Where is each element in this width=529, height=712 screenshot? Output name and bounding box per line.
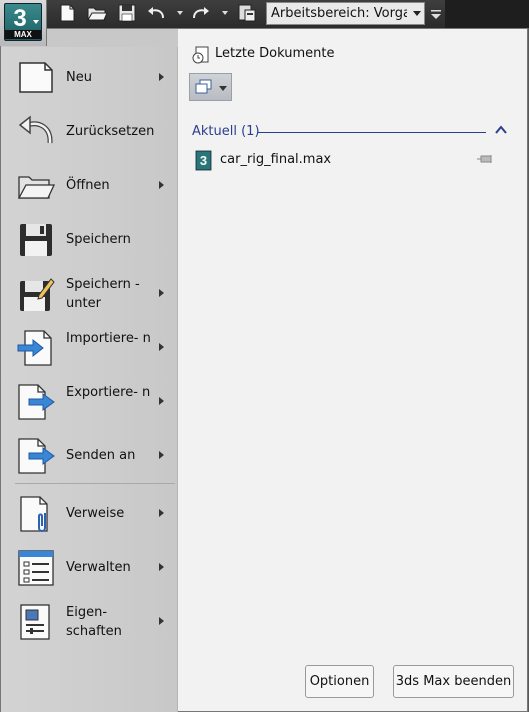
save-as-icon bbox=[20, 278, 55, 311]
max-file-icon: 3 bbox=[195, 150, 212, 171]
chevron-down-icon bbox=[219, 86, 227, 91]
group-header-current[interactable]: Aktuell (1) bbox=[192, 124, 260, 139]
chevron-right-icon bbox=[159, 181, 164, 189]
import-icon bbox=[17, 330, 52, 366]
pin-icon[interactable] bbox=[477, 152, 497, 166]
export-icon bbox=[18, 384, 55, 420]
properties-icon bbox=[20, 604, 50, 640]
menu-item-properties[interactable]: Eigen- schaften bbox=[9, 603, 171, 653]
chevron-right-icon bbox=[159, 289, 164, 297]
quick-access-toolbar bbox=[0, 0, 529, 28]
chevron-right-icon bbox=[159, 73, 164, 81]
menu-item-open[interactable]: Öffnen bbox=[9, 167, 171, 217]
workspace-selector[interactable] bbox=[266, 2, 425, 25]
toolbar-dark-area bbox=[445, 0, 529, 28]
chevron-right-icon bbox=[159, 451, 164, 459]
save-icon[interactable] bbox=[116, 2, 138, 24]
open-folder-icon bbox=[17, 176, 55, 199]
recent-document-item[interactable]: 3 car_rig_final.max bbox=[192, 149, 508, 171]
svg-text:3: 3 bbox=[200, 153, 207, 168]
workspace-input[interactable] bbox=[267, 3, 407, 24]
menu-item-save-as[interactable]: Speichern - unter bbox=[9, 275, 171, 325]
collapse-icon[interactable] bbox=[495, 125, 507, 135]
menu-item-new[interactable]: Neu bbox=[9, 59, 171, 109]
view-options-button[interactable] bbox=[189, 73, 232, 101]
new-icon[interactable] bbox=[56, 2, 78, 24]
3ds-max-logo-icon: 3 MAX bbox=[4, 3, 42, 41]
menu-item-send-to[interactable]: Senden an bbox=[9, 437, 171, 487]
chevron-right-icon bbox=[159, 343, 164, 351]
clock-document-icon bbox=[192, 46, 209, 64]
group-divider bbox=[258, 132, 486, 133]
recent-documents-title: Letzte Dokumente bbox=[215, 46, 335, 61]
application-menu: Neu Zurücksetzen Öffnen Speichern Speich… bbox=[0, 28, 528, 712]
new-document-icon bbox=[19, 62, 53, 93]
menu-item-save[interactable]: Speichern bbox=[9, 221, 171, 271]
menu-item-reset[interactable]: Zurücksetzen bbox=[9, 113, 171, 163]
undo-dropdown-icon[interactable] bbox=[177, 11, 183, 15]
open-icon[interactable] bbox=[86, 2, 108, 24]
document-name: car_rig_final.max bbox=[220, 152, 332, 167]
menu-divider bbox=[15, 483, 175, 484]
chevron-right-icon bbox=[159, 617, 164, 625]
chevron-right-icon bbox=[159, 563, 164, 571]
display-options-icon bbox=[195, 79, 212, 94]
send-to-icon bbox=[18, 438, 55, 474]
redo-icon[interactable] bbox=[190, 2, 212, 24]
references-icon bbox=[20, 496, 48, 532]
application-button[interactable]: 3 MAX bbox=[0, 0, 47, 46]
undo-icon[interactable] bbox=[145, 2, 167, 24]
save-icon bbox=[20, 224, 52, 256]
exit-button[interactable]: 3ds Max beenden bbox=[393, 665, 514, 698]
chevron-down-icon bbox=[33, 20, 39, 24]
reset-icon bbox=[18, 115, 53, 144]
menu-item-import[interactable]: Importiere- n bbox=[9, 329, 171, 379]
chevron-right-icon bbox=[159, 397, 164, 405]
redo-dropdown-icon[interactable] bbox=[222, 11, 228, 15]
menu-item-manage[interactable]: Verwalten bbox=[9, 549, 171, 599]
overflow-icon[interactable] bbox=[428, 3, 444, 25]
menu-item-export[interactable]: Exportiere- n bbox=[9, 383, 171, 433]
manage-icon bbox=[18, 550, 54, 586]
chevron-down-icon[interactable] bbox=[413, 11, 421, 16]
project-folder-icon[interactable] bbox=[236, 2, 258, 24]
chevron-right-icon bbox=[159, 509, 164, 517]
menu-item-references[interactable]: Verweise bbox=[9, 495, 171, 545]
options-button[interactable]: Optionen bbox=[305, 665, 374, 698]
